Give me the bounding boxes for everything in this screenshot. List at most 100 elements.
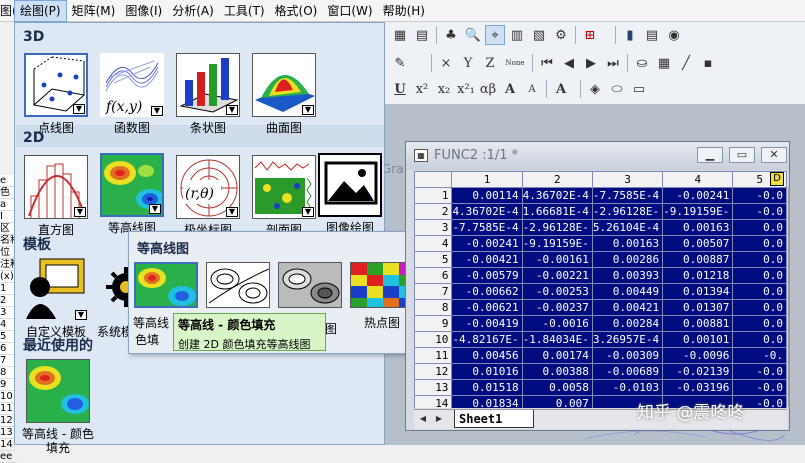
menu-analysis[interactable]: 分析(A) <box>167 0 219 22</box>
data-cell[interactable]: 0.00388 <box>521 363 593 380</box>
none-button[interactable]: None <box>502 53 528 73</box>
align-icon[interactable]: ▤ <box>412 25 432 45</box>
data-cell[interactable]: 0.00881 <box>662 315 734 332</box>
row-header[interactable]: 1 <box>414 187 453 204</box>
tile-2d-contour[interactable]: ▼ 等高线图 <box>95 153 169 235</box>
data-cell[interactable]: -9.19159E- <box>662 203 734 220</box>
data-cell[interactable]: -0.0 <box>732 203 787 220</box>
data-cell[interactable]: -0. <box>732 347 787 364</box>
worksheet-icon[interactable]: ▥ <box>507 25 527 45</box>
menu-tools[interactable]: 工具(T) <box>219 0 270 22</box>
data-cell[interactable]: -0.00421 <box>451 251 523 268</box>
data-cell[interactable]: 0.0 <box>732 299 787 316</box>
menu-image[interactable]: 图像(I) <box>120 0 167 22</box>
data-cell[interactable]: -0.00161 <box>521 251 593 268</box>
data-cell[interactable]: 0.0058 <box>521 379 593 396</box>
tab-first-arrow-icon[interactable]: ◀ <box>416 412 430 426</box>
expand-arrow-icon[interactable]: ▼ <box>151 106 163 116</box>
column-header[interactable]: 1 <box>451 171 523 188</box>
expand-arrow-icon[interactable]: ▼ <box>302 105 314 115</box>
tile-3d-bars[interactable]: ▼ 条状图 <box>171 53 245 135</box>
row-header[interactable]: 2 <box>414 203 453 220</box>
data-reader-icon[interactable]: ⌖ <box>485 25 505 45</box>
x-axis-button[interactable]: × <box>436 53 456 73</box>
data-cell[interactable]: -0.00237 <box>521 299 593 316</box>
tile-3d-function[interactable]: f(x,y) ▼ 函数图 <box>95 53 169 135</box>
column-header[interactable]: 2 <box>521 171 593 188</box>
subscript-button[interactable]: x₂ <box>434 79 454 99</box>
font-grow-button[interactable]: A <box>500 79 520 99</box>
submenu-contour-gray[interactable]: 图 <box>277 262 343 336</box>
row-header[interactable]: 4 <box>414 235 453 252</box>
data-cell[interactable]: 4.36702E-4 <box>451 203 523 220</box>
data-cell[interactable]: 0.00101 <box>662 331 734 348</box>
first-icon[interactable]: ⏮ <box>537 53 557 73</box>
row-header[interactable]: 14 <box>414 395 453 408</box>
row-header[interactable]: 6 <box>414 267 453 284</box>
data-cell[interactable]: -0.0 <box>732 363 787 380</box>
row-header[interactable]: 12 <box>414 363 453 380</box>
data-cell[interactable]: 0.01518 <box>451 379 523 396</box>
data-cell[interactable]: 0.0 <box>732 267 787 284</box>
prev-icon[interactable]: ◀ <box>559 53 579 73</box>
data-cell[interactable]: 0.00887 <box>662 251 734 268</box>
data-cell[interactable]: 0.0 <box>732 283 787 300</box>
style-icon[interactable]: ▦ <box>654 53 674 73</box>
data-cell[interactable]: 0.00507 <box>662 235 734 252</box>
zoom-icon[interactable]: 🔍 <box>463 25 483 45</box>
data-cell[interactable]: -0.00579 <box>451 267 523 284</box>
menu-matrix[interactable]: 矩阵(M) <box>67 0 121 22</box>
data-cell[interactable]: -4.82167E- <box>451 331 523 348</box>
pen-icon[interactable]: ✎ <box>390 53 410 73</box>
data-cell[interactable]: 0.00174 <box>521 347 593 364</box>
data-cell[interactable]: -9.19159E- <box>521 235 593 252</box>
data-cell[interactable]: -0.00689 <box>591 363 664 380</box>
minimize-button[interactable]: ▁ <box>697 147 723 163</box>
data-cell[interactable]: -0.00621 <box>451 299 523 316</box>
data-cell[interactable]: 0.01016 <box>451 363 523 380</box>
data-cell[interactable]: 0.00456 <box>451 347 523 364</box>
font-color-icon[interactable]: A <box>551 79 571 99</box>
tile-2d-histogram[interactable]: ▼ 直方图 <box>19 155 93 237</box>
data-cell[interactable]: 0.01394 <box>662 283 734 300</box>
data-cell[interactable]: -0.00241 <box>451 235 523 252</box>
data-cell[interactable]: -1.84034E- <box>521 331 593 348</box>
data-cell[interactable]: -0.00221 <box>521 267 593 284</box>
expand-arrow-icon[interactable]: ▼ <box>73 104 85 114</box>
data-cell[interactable]: 0.0 <box>732 315 787 332</box>
greek-button[interactable]: αβ <box>478 79 498 99</box>
expand-arrow-icon[interactable]: ▼ <box>149 204 161 214</box>
workbook-titlebar[interactable]: ▦ FUNC2 :1/1 * ▁ ▭ ✕ <box>406 142 789 170</box>
next-icon[interactable]: ▶ <box>581 53 601 73</box>
menu-help[interactable]: 帮助(H) <box>378 0 430 22</box>
worksheet-grid[interactable]: 12345 1 0.00114 4.36702E-4 -7.7585E-4 -0.002… <box>414 171 787 408</box>
expand-arrow-icon[interactable]: ▼ <box>74 207 86 217</box>
brush-icon[interactable]: ⛀ <box>632 53 652 73</box>
data-cell[interactable]: -0.0103 <box>591 379 664 396</box>
line-icon[interactable]: ╱ <box>676 53 696 73</box>
data-cell[interactable]: 0.00449 <box>591 283 664 300</box>
border-icon[interactable]: ▭ <box>629 79 649 99</box>
data-cell[interactable]: 0.00163 <box>662 219 734 236</box>
tree-icon[interactable]: ♣ <box>441 25 461 45</box>
data-cell[interactable]: 0.007 <box>521 395 593 408</box>
data-cell[interactable]: 0.01834 <box>451 395 523 408</box>
data-cell[interactable]: -0.0 <box>732 379 787 396</box>
data-cell[interactable]: 1.66681E-4 <box>521 203 593 220</box>
gear-icon[interactable]: ⚙ <box>551 25 571 45</box>
row-header[interactable]: 10 <box>414 331 453 348</box>
tile-3d-surface[interactable]: ▼ 曲面图 <box>247 53 321 135</box>
sheet-tab[interactable]: Sheet1 <box>454 410 534 428</box>
fill-icon[interactable]: ▪ <box>698 53 718 73</box>
bar-tool-icon[interactable]: ▮ <box>620 25 640 45</box>
tile-2d-polar[interactable]: (r,θ) ▼ 极坐标图 <box>171 155 245 237</box>
data-cell[interactable]: -7.7585E-4 <box>591 187 664 204</box>
fill-color-icon[interactable]: ◈ <box>585 79 605 99</box>
line-color-icon[interactable]: ⬭ <box>607 79 627 99</box>
data-cell[interactable]: 0.0 <box>732 331 787 348</box>
tile-custom-template[interactable]: ▼ 自定义模板 <box>19 257 93 339</box>
data-cell[interactable]: -0.00309 <box>591 347 664 364</box>
row-header[interactable]: 11 <box>414 347 453 364</box>
add-column-icon[interactable]: ⊞ <box>580 25 600 45</box>
tab-next-arrow-icon[interactable]: ▶ <box>432 412 446 426</box>
